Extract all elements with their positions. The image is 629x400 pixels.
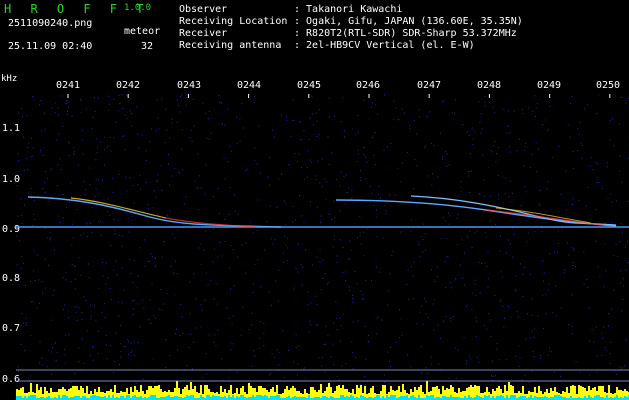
x-tick-0248: 0248 <box>477 80 502 91</box>
x-tick-0245: 0245 <box>297 80 322 91</box>
x-tick-0250: 0250 <box>596 80 621 91</box>
signal-level-bars <box>16 381 629 400</box>
x-tick-0247: 0247 <box>417 80 442 91</box>
meteor-count: 32 <box>141 41 154 52</box>
info-observer-value: : Takanori Kawachi <box>294 4 403 15</box>
hrofft-window: H R O F F T 1.0.0 2511090240.png meteor … <box>0 0 629 400</box>
meteor-echo-2 <box>335 195 617 227</box>
x-tick-0241: 0241 <box>56 80 81 91</box>
x-tick-0249: 0249 <box>537 80 562 91</box>
y-axis-unit: kHz <box>1 74 18 84</box>
spectrogram <box>16 94 629 400</box>
x-tick-0244: 0244 <box>237 80 262 91</box>
meteor-echo-1 <box>27 196 282 228</box>
x-tick-0246: 0246 <box>356 80 381 91</box>
meteor-label: meteor <box>124 26 161 37</box>
info-antenna-value: : 2el-HB9CV Vertical (el. E-W) <box>294 40 475 51</box>
info-observer-key: Observer <box>179 4 228 15</box>
app-version: 1.0.0 <box>124 3 152 13</box>
info-location-value: : Ogaki, Gifu, JAPAN (136.60E, 35.35N) <box>294 16 523 27</box>
info-location-key: Receiving Location <box>179 16 288 27</box>
image-filename: 2511090240.png <box>8 18 93 29</box>
timestamp: 25.11.09 02:40 <box>8 41 93 52</box>
minute-tick-marks <box>67 94 611 98</box>
x-tick-0242: 0242 <box>116 80 141 91</box>
info-receiver-key: Receiver <box>179 28 228 39</box>
info-antenna-key: Receiving antenna <box>179 40 282 51</box>
info-receiver-value: : R820T2(RTL-SDR) SDR-Sharp 53.372MHz <box>294 28 517 39</box>
noise-field <box>16 94 629 385</box>
x-tick-0243: 0243 <box>177 80 202 91</box>
